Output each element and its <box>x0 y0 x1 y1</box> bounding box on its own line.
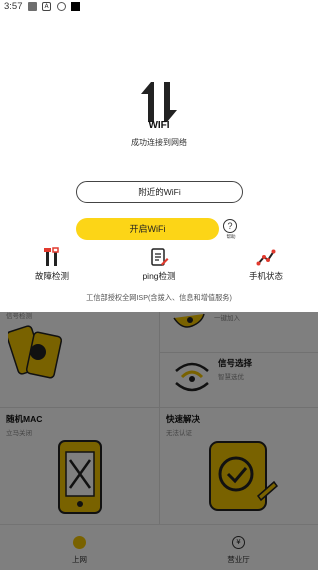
tile-title: 信号选择 <box>218 358 253 368</box>
circle-dot-icon <box>57 2 66 11</box>
tile-title: 快速解决 <box>166 414 201 424</box>
tile-signal-check[interactable]: 信号检测 <box>0 312 159 402</box>
clipboard-edit-icon <box>151 248 169 266</box>
tool-label: 故障检测 <box>34 271 69 281</box>
open-wifi-button[interactable]: 开启WiFi <box>76 218 219 240</box>
tool-ping-detect[interactable]: ping检测 <box>119 247 199 287</box>
tile-subtitle: 一键加入 <box>214 315 240 322</box>
nav-item-internet[interactable]: 上网 <box>0 525 159 570</box>
nav-label: 上网 <box>72 555 87 564</box>
up-down-arrows-icon <box>141 82 177 122</box>
license-text: 工信部授权全网ISP(含拨入、信息和增值服务) <box>86 293 232 302</box>
bottom-nav: 上网 ¥ 营业厅 <box>0 524 318 570</box>
question-icon: ? <box>223 219 237 233</box>
hand-wifi-icon <box>173 313 205 328</box>
status-time: 3:57 <box>4 1 23 12</box>
nav-item-business-hall[interactable]: ¥ 营业厅 <box>159 525 318 570</box>
nearby-wifi-button[interactable]: 附近的WiFi <box>76 181 243 203</box>
tool-phone-status[interactable]: 手机状态 <box>226 247 306 287</box>
black-square-icon <box>71 2 80 11</box>
phone-speed-icon <box>8 325 63 379</box>
shield-pen-icon <box>209 441 278 511</box>
tile-random-mac[interactable]: 随机MAC 立马关闭 <box>0 408 159 524</box>
trend-line-icon <box>256 249 276 266</box>
tile-signal-select[interactable]: 信号选择 智慧选优 <box>160 353 318 407</box>
yuan-icon: ¥ <box>232 536 245 549</box>
home-grid: 信号检测 一键加入 信号选择 智慧选优 随机MAC 立马关闭 快速解决 无法认证… <box>0 312 318 570</box>
wifi-icon <box>73 536 86 549</box>
signal-arrows-icon <box>175 362 209 392</box>
tile-title: 随机MAC <box>6 414 43 424</box>
tool-fault-detect[interactable]: 故障检测 <box>12 247 92 287</box>
tile-subtitle: 无法认证 <box>166 430 192 437</box>
wifi-title: WIFI <box>148 120 170 131</box>
help-button[interactable]: ? 帮助 <box>222 219 240 241</box>
nav-label: 营业厅 <box>227 555 250 564</box>
tile-quick-fix[interactable]: 快速解决 无法认证 <box>160 408 318 524</box>
tool-label: ping检测 <box>142 271 176 281</box>
connection-status: 成功连接到网络 <box>131 138 187 147</box>
tile-subtitle: 立马关闭 <box>6 430 32 437</box>
notification-icon <box>28 2 37 11</box>
a-badge-icon: A <box>42 2 51 11</box>
status-bar: 3:57 A <box>0 0 318 14</box>
help-label: 帮助 <box>226 234 236 239</box>
tool-label: 手机状态 <box>248 271 283 281</box>
repair-tools-icon <box>44 247 59 266</box>
tile-one-click-join[interactable]: 一键加入 <box>160 312 318 352</box>
phone-shuffle-icon <box>58 440 102 514</box>
tile-subtitle: 智慧选优 <box>218 374 244 381</box>
